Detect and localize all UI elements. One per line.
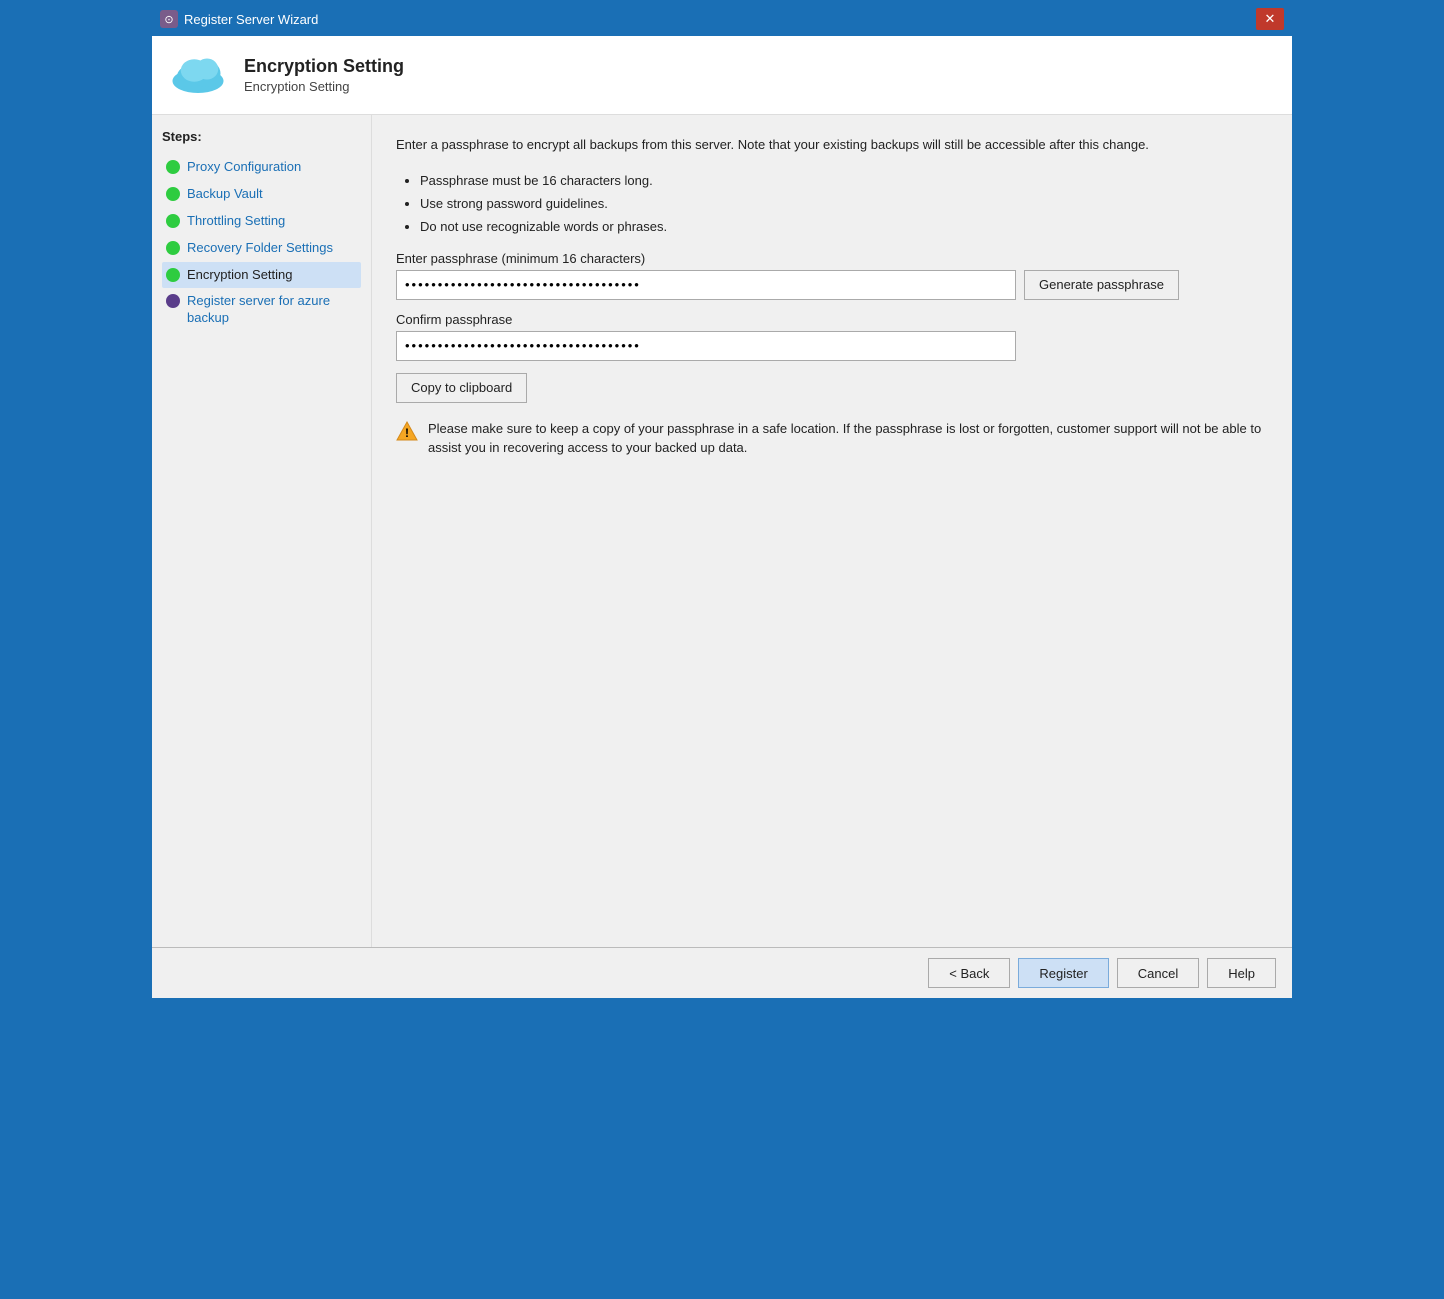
back-button[interactable]: < Back: [928, 958, 1010, 988]
step-dot-proxy: [166, 160, 180, 174]
help-button[interactable]: Help: [1207, 958, 1276, 988]
bullet-item-2: Use strong password guidelines.: [420, 192, 1268, 215]
register-server-wizard-window: ⊙ Register Server Wizard ✕ Encryption Se…: [150, 0, 1294, 1000]
step-dot-encryption: [166, 268, 180, 282]
sidebar-label-register: Register server for azure backup: [187, 293, 357, 327]
confirm-label: Confirm passphrase: [396, 312, 1268, 327]
sidebar-label-recovery: Recovery Folder Settings: [187, 240, 333, 257]
passphrase-label: Enter passphrase (minimum 16 characters): [396, 251, 1268, 266]
header-title: Encryption Setting: [244, 56, 404, 77]
confirm-passphrase-input[interactable]: [396, 331, 1016, 361]
sidebar-item-throttling-setting[interactable]: Throttling Setting: [162, 208, 361, 235]
steps-label: Steps:: [162, 129, 361, 144]
bullet-list: Passphrase must be 16 characters long. U…: [396, 169, 1268, 239]
header-text-block: Encryption Setting Encryption Setting: [244, 56, 404, 94]
sidebar-label-backup-vault: Backup Vault: [187, 186, 263, 203]
cloud-icon: [168, 50, 228, 100]
sidebar-label-throttling: Throttling Setting: [187, 213, 285, 230]
passphrase-row: Generate passphrase: [396, 270, 1268, 300]
step-dot-backup-vault: [166, 187, 180, 201]
close-button[interactable]: ✕: [1256, 8, 1284, 30]
intro-text: Enter a passphrase to encrypt all backup…: [396, 135, 1268, 155]
bullet-item-3: Do not use recognizable words or phrases…: [420, 215, 1268, 238]
header-subtitle: Encryption Setting: [244, 79, 404, 94]
sidebar-item-recovery-folder[interactable]: Recovery Folder Settings: [162, 235, 361, 262]
app-icon: ⊙: [160, 10, 178, 28]
main-content: Encryption Setting Encryption Setting St…: [152, 36, 1292, 998]
svg-text:!: !: [405, 426, 409, 440]
cancel-button[interactable]: Cancel: [1117, 958, 1199, 988]
body-area: Steps: Proxy Configuration Backup Vault …: [152, 115, 1292, 947]
window-title: Register Server Wizard: [184, 12, 318, 27]
content-panel: Enter a passphrase to encrypt all backup…: [372, 115, 1292, 947]
sidebar-item-register-server[interactable]: Register server for azure backup: [162, 288, 361, 332]
sidebar-label-proxy: Proxy Configuration: [187, 159, 301, 176]
title-bar-left: ⊙ Register Server Wizard: [160, 10, 318, 28]
bullet-item-1: Passphrase must be 16 characters long.: [420, 169, 1268, 192]
passphrase-field-group: Enter passphrase (minimum 16 characters)…: [396, 251, 1268, 300]
warning-box: ! Please make sure to keep a copy of you…: [396, 419, 1268, 458]
passphrase-input[interactable]: [396, 270, 1016, 300]
step-dot-recovery: [166, 241, 180, 255]
sidebar-item-proxy-configuration[interactable]: Proxy Configuration: [162, 154, 361, 181]
footer: < Back Register Cancel Help: [152, 947, 1292, 998]
warning-icon: !: [396, 420, 418, 442]
sidebar: Steps: Proxy Configuration Backup Vault …: [152, 115, 372, 947]
step-dot-throttling: [166, 214, 180, 228]
warning-text: Please make sure to keep a copy of your …: [428, 419, 1268, 458]
confirm-field-group: Confirm passphrase: [396, 312, 1268, 361]
sidebar-item-encryption-setting[interactable]: Encryption Setting: [162, 262, 361, 289]
register-button[interactable]: Register: [1018, 958, 1108, 988]
generate-passphrase-button[interactable]: Generate passphrase: [1024, 270, 1179, 300]
header-section: Encryption Setting Encryption Setting: [152, 36, 1292, 115]
title-bar: ⊙ Register Server Wizard ✕: [152, 2, 1292, 36]
sidebar-label-encryption: Encryption Setting: [187, 267, 293, 284]
copy-button-container: Copy to clipboard: [396, 373, 1268, 403]
step-dot-register: [166, 294, 180, 308]
copy-to-clipboard-button[interactable]: Copy to clipboard: [396, 373, 527, 403]
sidebar-item-backup-vault[interactable]: Backup Vault: [162, 181, 361, 208]
